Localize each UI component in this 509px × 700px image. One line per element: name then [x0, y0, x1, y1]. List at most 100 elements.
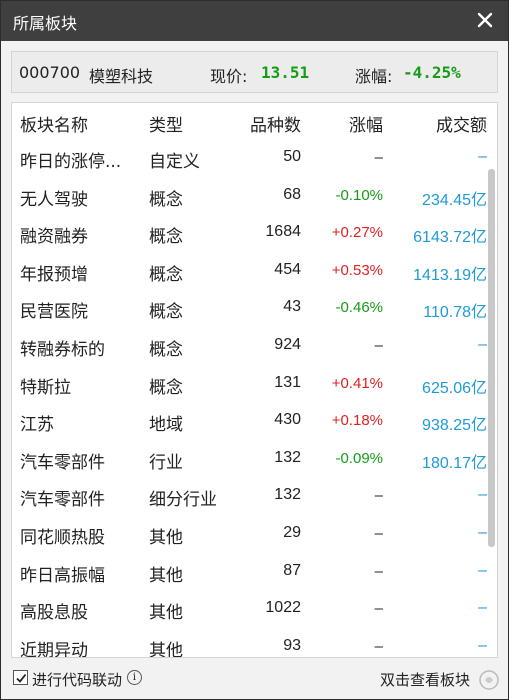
row-sector-type: 概念 [149, 227, 183, 248]
code-link-checkbox[interactable] [13, 670, 28, 685]
footer: 进行代码联动 i 双击查看板块 [1, 663, 508, 699]
row-change: – [374, 524, 383, 542]
row-sector-type: 概念 [149, 264, 183, 285]
price-value: 13.51 [261, 63, 310, 82]
row-stock-count: 1684 [265, 223, 301, 241]
row-amount: 234.45亿 [422, 191, 487, 209]
table-row[interactable]: 无人驾驶 概念 68 -0.10% 234.45亿 [12, 177, 497, 215]
row-sector-type: 细分行业 [149, 490, 217, 511]
row-sector-type: 自定义 [149, 152, 200, 172]
row-change: -0.46% [335, 299, 383, 317]
table-row[interactable]: 融资融券 概念 1684 +0.27% 6143.72亿 [12, 214, 497, 252]
table-body: 昨日的涨停... 自定义 50– – 无人驾驶 概念 68 -0.10% 234.45亿 融资融券… [12, 139, 497, 658]
row-change: – [374, 336, 383, 354]
stock-code: 000700 [19, 63, 81, 82]
row-amount: 938.25亿 [422, 417, 487, 435]
row-sector-name: 融资融券 [20, 227, 88, 248]
row-change: – [374, 149, 383, 166]
row-stock-count: 43 [283, 298, 301, 316]
row-sector-type: 概念 [149, 302, 183, 323]
close-icon[interactable] [472, 7, 498, 33]
info-icon[interactable]: i [127, 670, 142, 685]
title-bar[interactable]: 所属板块 [1, 1, 508, 41]
header-name[interactable]: 板块名称 [20, 111, 88, 136]
row-sector-name: 无人驾驶 [20, 189, 88, 210]
header-change[interactable]: 涨幅 [349, 111, 383, 136]
row-amount: 110.78亿 [423, 304, 487, 322]
row-sector-type: 其他 [149, 527, 183, 548]
row-sector-type: 其他 [149, 565, 183, 586]
row-sector-type: 概念 [149, 339, 183, 360]
row-change: – [374, 637, 383, 655]
row-sector-name: 江苏 [20, 415, 54, 436]
row-sector-type: 地域 [149, 415, 183, 436]
row-stock-count: 50 [283, 148, 301, 165]
stock-info-bar: 000700 模塑科技 现价: 13.51 涨幅: -4.25% [11, 51, 498, 93]
table-header: 板块名称 类型 品种数 涨幅 成交额 [12, 103, 497, 139]
row-sector-name: 高股息股 [20, 603, 88, 624]
row-stock-count: 132 [274, 448, 301, 466]
row-sector-type: 概念 [149, 377, 183, 398]
row-change: +0.53% [331, 261, 383, 279]
table-row[interactable]: 同花顺热股 其他 29– – [12, 515, 497, 553]
dialog-title: 所属板块 [13, 14, 78, 33]
header-count[interactable]: 品种数 [250, 111, 301, 136]
sector-table: 板块名称 类型 品种数 涨幅 成交额 昨日的涨停... 自定义 50– – 无人驾驶 概念… [11, 102, 498, 658]
row-sector-type: 其他 [149, 640, 183, 658]
table-row[interactable]: 汽车零部件 细分行业 132– – [12, 477, 497, 515]
table-row[interactable]: 近期异动 其他 93– – [12, 628, 497, 658]
row-change: -0.10% [335, 186, 383, 204]
row-stock-count: 430 [274, 411, 301, 429]
scroll-thumb[interactable] [488, 169, 495, 547]
change-label: 涨幅: [355, 67, 393, 86]
row-sector-name: 民营医院 [20, 302, 88, 323]
row-amount: 625.06亿 [422, 379, 487, 397]
row-sector-name: 昨日的涨停... [20, 152, 122, 172]
row-amount: 6143.72亿 [413, 229, 487, 247]
table-row[interactable]: 转融券标的 概念 924– – [12, 327, 497, 365]
scrollbar[interactable] [486, 139, 496, 657]
checkmark-icon [15, 673, 26, 683]
row-amount: 180.17亿 [422, 454, 487, 472]
table-row[interactable]: 民营医院 概念 43 -0.46% 110.78亿 [12, 289, 497, 327]
row-change: +0.41% [331, 374, 383, 392]
row-sector-name: 近期异动 [20, 640, 88, 658]
row-stock-count: 924 [274, 335, 301, 353]
row-amount: 1413.19亿 [413, 266, 487, 284]
code-link-label[interactable]: 进行代码联动 [32, 669, 122, 690]
header-amount[interactable]: 成交额 [436, 111, 487, 136]
row-sector-name: 年报预增 [20, 264, 88, 285]
table-row[interactable]: 昨日高振幅 其他 87– – [12, 553, 497, 591]
row-sector-name: 转融券标的 [20, 339, 105, 360]
row-sector-name: 特斯拉 [20, 377, 71, 398]
row-stock-count: 93 [283, 636, 301, 654]
change-value: -4.25% [403, 63, 461, 82]
table-row[interactable]: 特斯拉 概念 131 +0.41% 625.06亿 [12, 365, 497, 403]
row-sector-name: 汽车零部件 [20, 490, 105, 511]
row-change: +0.27% [331, 224, 383, 242]
row-stock-count: 131 [274, 373, 301, 391]
row-change: -0.09% [335, 449, 383, 467]
row-stock-count: 68 [283, 185, 301, 203]
table-row[interactable]: 江苏 地域 430 +0.18% 938.25亿 [12, 402, 497, 440]
row-stock-count: 132 [274, 486, 301, 504]
price-label: 现价: [210, 67, 248, 86]
table-row[interactable]: 汽车零部件 行业 132 -0.09% 180.17亿 [12, 440, 497, 478]
stock-name: 模塑科技 [89, 67, 154, 86]
row-change: +0.18% [331, 412, 383, 430]
header-type[interactable]: 类型 [149, 111, 183, 136]
row-stock-count: 29 [283, 523, 301, 541]
double-click-hint: 双击查看板块 [379, 671, 470, 689]
row-sector-name: 同花顺热股 [20, 527, 105, 548]
table-row[interactable]: 昨日的涨停... 自定义 50– – [12, 139, 497, 177]
row-sector-type: 概念 [149, 189, 183, 210]
table-row[interactable]: 年报预增 概念 454 +0.53% 1413.19亿 [12, 252, 497, 290]
row-stock-count: 87 [283, 561, 301, 579]
table-row[interactable]: 高股息股 其他 1022– – [12, 590, 497, 628]
row-change: – [374, 487, 383, 505]
row-change: – [374, 600, 383, 618]
row-sector-name: 昨日高振幅 [20, 565, 105, 586]
row-sector-name: 汽车零部件 [20, 452, 105, 473]
row-sector-type: 其他 [149, 603, 183, 624]
row-stock-count: 1022 [265, 599, 301, 617]
